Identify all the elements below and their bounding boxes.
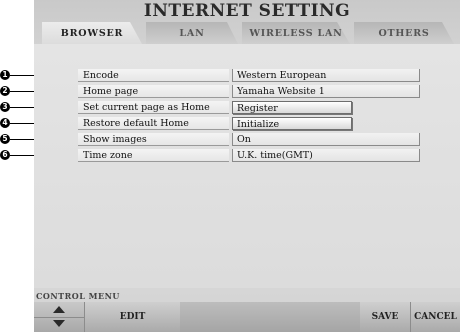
setting-label-restore-home: Restore default Home — [78, 117, 229, 130]
time-zone-value-field[interactable]: U.K. time(GMT) — [232, 149, 420, 162]
arrow-down-icon[interactable] — [53, 320, 65, 327]
setting-row-set-home: Set current page as Home Register — [78, 101, 420, 115]
setting-row-show-images: Show images On — [78, 133, 420, 147]
initialize-button[interactable]: Initialize — [232, 117, 352, 130]
tab-browser-label: BROWSER — [60, 28, 124, 39]
callout-6: 6 — [0, 150, 10, 160]
tab-wireless-lan[interactable]: WIRELESS LAN — [242, 22, 350, 44]
screen-title: INTERNET SETTING — [143, 1, 351, 21]
control-menu-empty-slot — [180, 302, 361, 332]
up-down-arrow-buttons[interactable] — [34, 302, 85, 332]
callout-4: 4 — [0, 118, 10, 128]
tab-lan-label: LAN — [179, 28, 205, 39]
edit-button[interactable]: EDIT — [85, 302, 181, 332]
setting-label-show-images: Show images — [78, 133, 229, 146]
save-button[interactable]: SAVE — [360, 302, 411, 332]
tab-lan[interactable]: LAN — [146, 22, 238, 44]
control-menu-bar: EDIT SAVE CANCEL — [34, 302, 460, 332]
setting-label-time-zone: Time zone — [78, 149, 229, 162]
encode-value-field[interactable]: Western European — [232, 69, 420, 82]
callout-1: 1 — [0, 70, 10, 80]
setting-label-home-page: Home page — [78, 85, 229, 98]
tab-bar: BROWSER LAN WIRELESS LAN OTHERS — [34, 20, 460, 44]
setting-row-encode: Encode Western European — [78, 69, 420, 83]
show-images-value-field[interactable]: On — [232, 133, 420, 146]
callout-5: 5 — [0, 134, 10, 144]
tab-wireless-lan-label: WIRELESS LAN — [249, 28, 343, 39]
arrow-up-icon[interactable] — [53, 306, 65, 313]
home-page-value-field[interactable]: Yamaha Website 1 — [232, 85, 420, 98]
setting-row-time-zone: Time zone U.K. time(GMT) — [78, 149, 420, 163]
tab-others[interactable]: OTHERS — [354, 22, 454, 44]
setting-row-home-page: Home page Yamaha Website 1 — [78, 85, 420, 99]
register-button[interactable]: Register — [232, 101, 352, 114]
tab-browser[interactable]: BROWSER — [42, 22, 142, 44]
setting-row-restore-home: Restore default Home Initialize — [78, 117, 420, 131]
control-menu-label: CONTROL MENU — [36, 291, 120, 301]
callout-2: 2 — [0, 86, 10, 96]
arrow-divider — [34, 317, 84, 318]
callout-3: 3 — [0, 102, 10, 112]
cancel-button[interactable]: CANCEL — [411, 302, 460, 332]
setting-label-encode: Encode — [78, 69, 229, 82]
tab-others-label: OTHERS — [378, 28, 430, 39]
internet-setting-screen: INTERNET SETTING BROWSER LAN WIRELESS LA… — [34, 0, 460, 332]
setting-label-set-home: Set current page as Home — [78, 101, 229, 114]
